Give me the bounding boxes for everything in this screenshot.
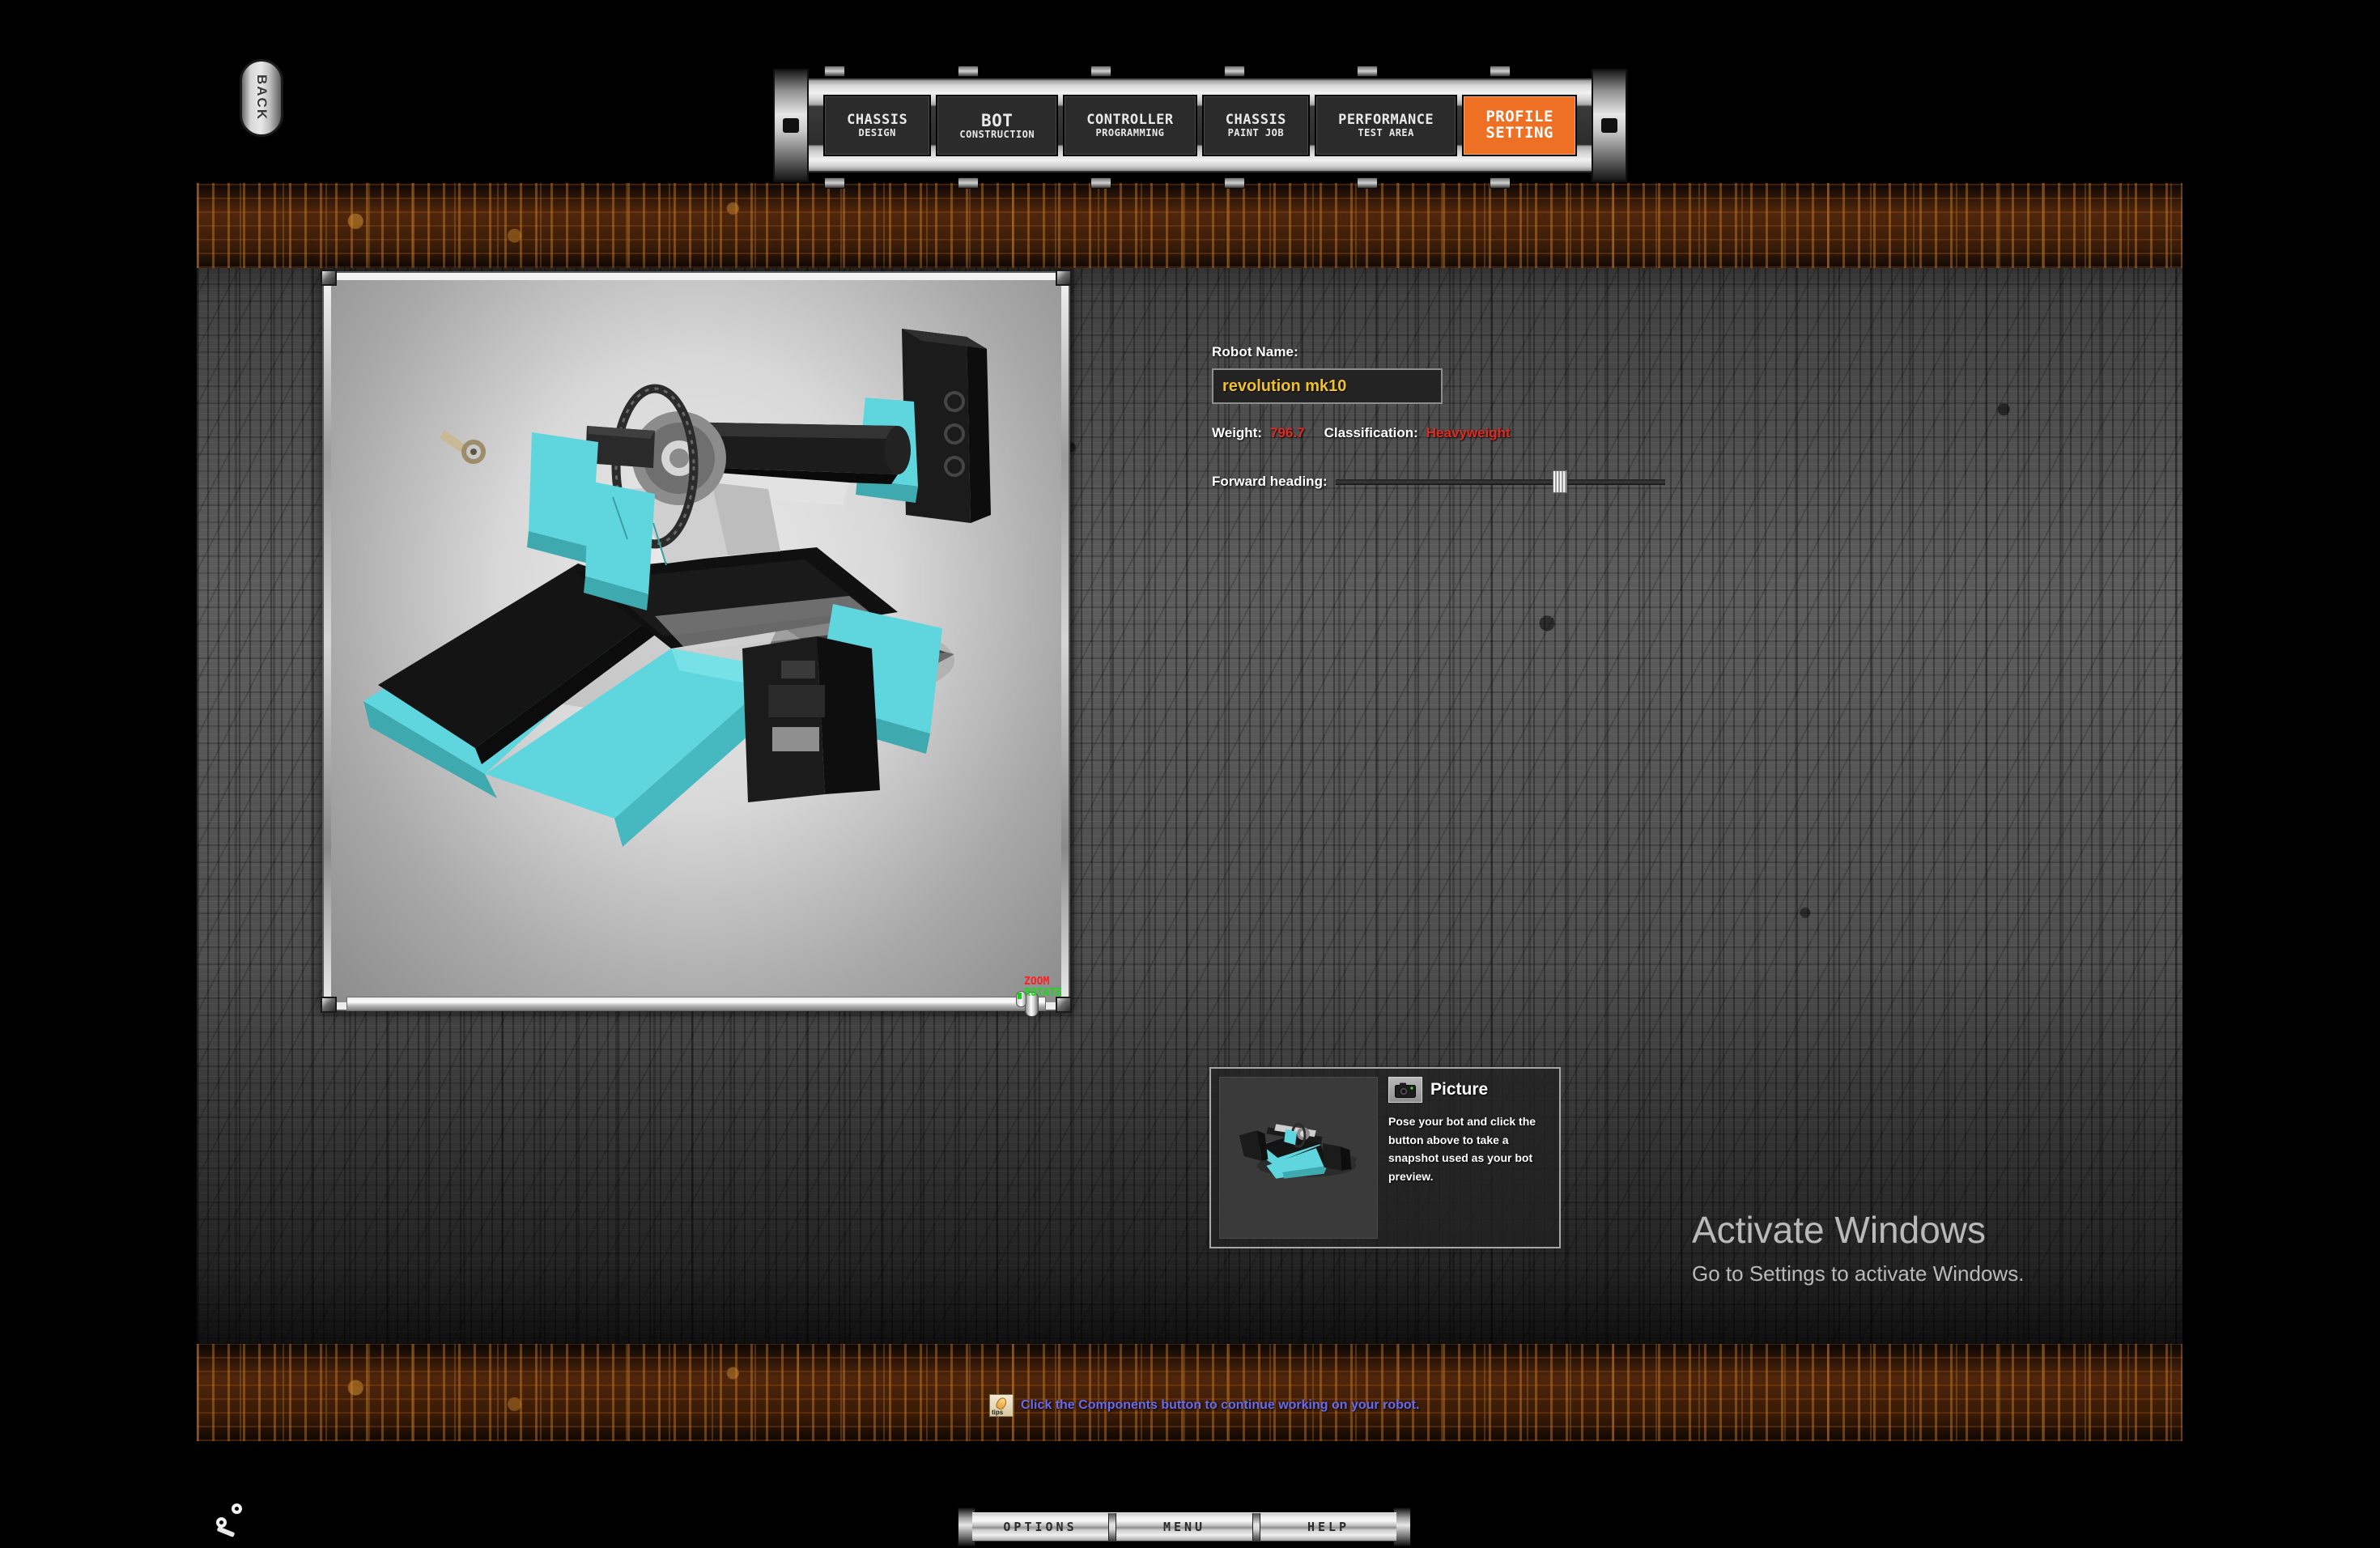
tab-chassis-design[interactable]: CHASSIS DESIGN (823, 95, 932, 156)
options-button[interactable]: OPTIONS (972, 1513, 1108, 1541)
robot-profile-form: Robot Name: revolution mk10 Weight: 796.… (1212, 344, 1665, 493)
picture-panel-header: Picture (1388, 1077, 1551, 1103)
tab-controller-programming[interactable]: CONTROLLER PROGRAMMING (1063, 95, 1197, 156)
tab-label-line2: DESIGN (858, 126, 896, 138)
tab-label-line1: CONTROLLER (1086, 111, 1174, 128)
bolt (824, 177, 846, 189)
bolt (1490, 66, 1511, 77)
bolt (1223, 177, 1245, 189)
app-root: BACK CHASSIS DESIGN BOT CONSTRUCTION CON… (0, 0, 2380, 1548)
robot-stats-row: Weight: 796.7 Classification: Heavyweigh… (1212, 425, 1665, 441)
forward-heading-row: Forward heading: (1212, 470, 1665, 493)
viewport-corner-bottom-left (321, 997, 337, 1013)
bolt (1090, 66, 1112, 77)
rail-bolts-top (809, 66, 1592, 77)
bottom-menu-bar: OPTIONS MENU HELP (958, 1508, 1411, 1546)
detached-screw-part (440, 430, 486, 464)
viewport-corner-top-right (1056, 270, 1072, 286)
tips-word: tips (992, 1409, 1004, 1416)
zoom-legend-label: ZOOM (1024, 976, 1050, 988)
rail-cap-left (773, 69, 809, 182)
camera-icon (1395, 1082, 1416, 1098)
forward-heading-slider[interactable] (1335, 470, 1665, 493)
bot-preview-image (1239, 1122, 1358, 1179)
menu-button[interactable]: MENU (1116, 1513, 1252, 1541)
tab-performance-test-area[interactable]: PERFORMANCE TEST AREA (1315, 95, 1458, 156)
deco-dot (232, 1503, 242, 1514)
amber-circuit-band-top (197, 183, 2182, 268)
deco-tail (216, 1526, 236, 1537)
forward-heading-label: Forward heading: (1212, 474, 1328, 489)
tab-label-line2: PAINT JOB (1227, 126, 1285, 138)
bolt (1490, 177, 1511, 189)
status-tip-text: Click the Components button to continue … (1021, 1398, 1420, 1412)
tab-label-line2: SETTING (1485, 124, 1553, 142)
bottom-bar-plate: OPTIONS MENU HELP (972, 1512, 1396, 1542)
tab-label-line1: BOT (981, 110, 1014, 130)
tab-bot-construction[interactable]: BOT CONSTRUCTION (936, 95, 1059, 156)
tab-profile-setting[interactable]: PROFILE SETTING (1462, 95, 1577, 156)
tab-label-line1: PERFORMANCE (1338, 111, 1434, 128)
bolt (1090, 177, 1112, 189)
zoom-slider-track[interactable] (346, 992, 1046, 1017)
viewport-corner-bottom-right (1056, 997, 1072, 1013)
bottom-bar-divider (1252, 1513, 1260, 1541)
bolt (1356, 66, 1378, 77)
weight-value: 796.7 (1270, 425, 1305, 440)
weight-label: Weight: (1212, 425, 1263, 440)
tab-chassis-paint-job[interactable]: CHASSIS PAINT JOB (1201, 95, 1310, 156)
picture-panel: Picture Pose your bot and click the butt… (1209, 1067, 1561, 1248)
status-tip-line: tips Click the Components button to cont… (989, 1394, 1419, 1417)
mouse-icon (1016, 991, 1026, 1007)
picture-panel-description: Pose your bot and click the button above… (1388, 1115, 1536, 1184)
rail-cap-right (1592, 69, 1627, 182)
viewport-render-area[interactable] (331, 280, 1061, 1002)
robot-3d-viewport[interactable]: ZOOM ROTATE (321, 270, 1072, 1017)
bolt (957, 177, 979, 189)
viewport-control-legend: ZOOM ROTATE (1024, 976, 1062, 998)
decorative-cursor-marks (215, 1502, 263, 1542)
bolt (1356, 177, 1378, 189)
help-button[interactable]: HELP (1260, 1513, 1396, 1541)
amber-circuit-band-bottom (197, 1344, 2182, 1441)
back-button-label: BACK (254, 74, 270, 121)
rail-bolts-bottom (809, 177, 1592, 189)
robot-model-render (363, 329, 991, 847)
nav-tabs: CHASSIS DESIGN BOT CONSTRUCTION CONTROLL… (823, 95, 1577, 156)
bolt (957, 66, 979, 77)
tab-label-line2: PROGRAMMING (1095, 126, 1165, 138)
robot-name-label: Robot Name: (1212, 344, 1298, 359)
back-button[interactable]: BACK (240, 59, 283, 137)
tab-label-line2: CONSTRUCTION (959, 128, 1035, 140)
picture-panel-body: Picture Pose your bot and click the butt… (1378, 1077, 1551, 1239)
forward-heading-thumb[interactable] (1552, 470, 1567, 493)
tab-label-line2: TEST AREA (1358, 126, 1414, 138)
rotate-legend-label: ROTATE (1024, 987, 1062, 999)
tab-label-line1: PROFILE (1485, 108, 1553, 126)
forward-heading-track (1335, 479, 1665, 485)
robot-name-input[interactable]: revolution mk10 (1212, 368, 1443, 404)
tab-label-line1: CHASSIS (1225, 111, 1286, 128)
bot-preview-thumbnail (1219, 1077, 1378, 1239)
viewport-corner-top-left (321, 270, 337, 286)
lightbulb-tips-icon: tips (989, 1394, 1014, 1417)
classification-label: Classification: (1324, 425, 1418, 440)
tab-label-line1: CHASSIS (847, 111, 908, 128)
top-navigation-rail: CHASSIS DESIGN BOT CONSTRUCTION CONTROLL… (773, 66, 1627, 189)
bolt (824, 66, 846, 77)
bottom-bar-divider (1108, 1513, 1116, 1541)
bolt (1223, 66, 1245, 77)
take-picture-button[interactable] (1388, 1077, 1422, 1103)
classification-value: Heavyweight (1426, 425, 1511, 440)
picture-panel-title: Picture (1430, 1080, 1489, 1099)
